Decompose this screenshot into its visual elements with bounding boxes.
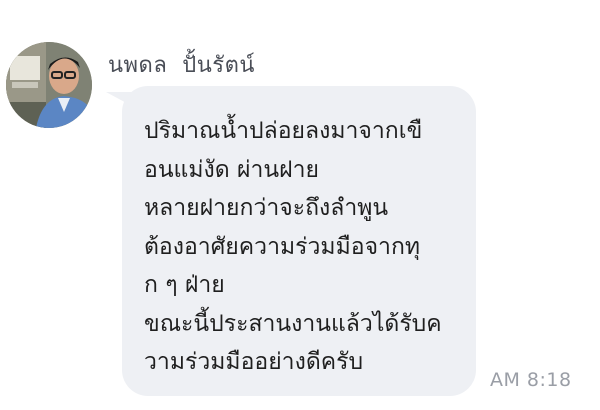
avatar[interactable] <box>6 42 92 128</box>
message-bubble[interactable]: ปริมาณน้ำปล่อยลงมาจากเขื อนแม่งัด ผ่านฝา… <box>122 86 476 396</box>
message-text-line: ก ๆ ฝ่าย <box>144 272 225 298</box>
message-text-line: อนแม่งัด ผ่านฝาย <box>144 156 319 183</box>
sender-name[interactable]: นพดล ปั้นรัตน์ <box>108 47 255 82</box>
message-text-line: ต้องอาศัยความร่วมมือจากทุ <box>144 233 421 260</box>
message-text-line: ปริมาณน้ำปล่อยลงมาจากเขื <box>144 118 423 144</box>
message-timestamp: AM 8:18 <box>490 369 572 391</box>
message-text-line: วามร่วมมืออย่างดีครับ <box>144 349 364 375</box>
message-text-line: ขณะนี้ประสานงานแล้วได้รับค <box>144 310 442 337</box>
message-text-line: หลายฝายกว่าจะถึงลำพูน <box>144 195 389 221</box>
profile-photo-icon <box>6 42 92 128</box>
chat-message-row: นพดล ปั้นรัตน์ ปริมาณน้ำปล่อยลงมาจากเขื … <box>0 0 600 410</box>
